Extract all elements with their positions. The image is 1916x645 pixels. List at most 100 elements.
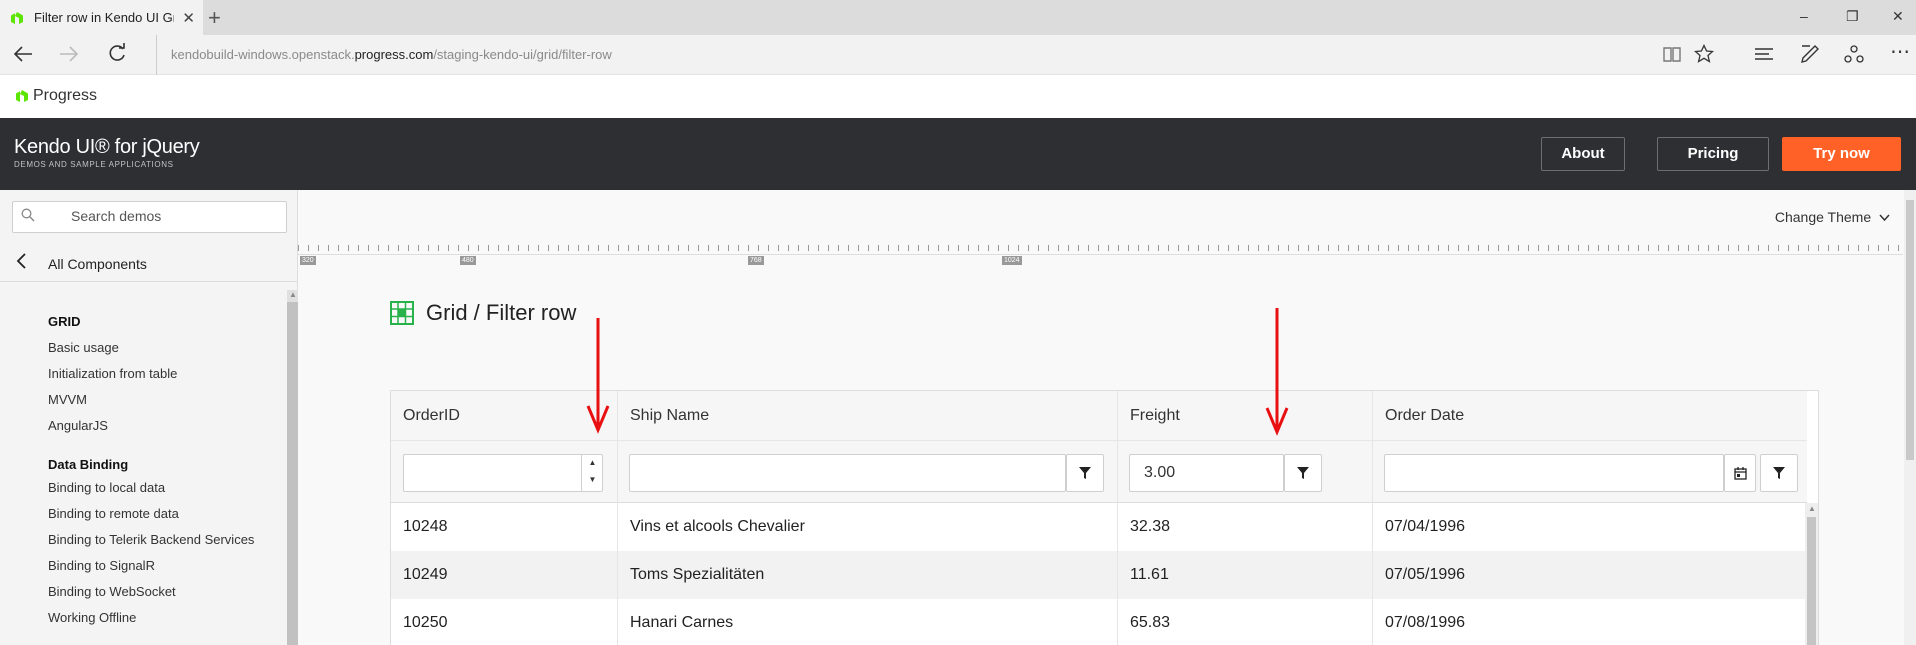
- column-header-freight[interactable]: Freight: [1117, 391, 1372, 441]
- grid-icon: [390, 301, 414, 325]
- browser-tab[interactable]: Filter row in Kendo UI Grid ✕: [0, 0, 203, 35]
- table-row[interactable]: 10249 Toms Spezialitäten 11.61 07/05/199…: [391, 551, 1807, 599]
- ruler-mark: 768: [748, 256, 764, 265]
- ship-name-filter-input[interactable]: [629, 454, 1066, 492]
- table-row[interactable]: 10250 Hanari Carnes 65.83 07/08/1996: [391, 599, 1807, 645]
- hub-icon[interactable]: [1754, 44, 1774, 69]
- tab-close-icon[interactable]: ✕: [182, 9, 195, 27]
- scroll-up-icon[interactable]: ▲: [289, 290, 297, 299]
- freight-filter-input[interactable]: 3.00: [1129, 454, 1284, 492]
- change-theme-label: Change Theme: [1774, 209, 1872, 225]
- share-icon[interactable]: [1844, 44, 1864, 69]
- scroll-up-icon[interactable]: ▲: [1808, 504, 1816, 513]
- grid-scroll-thumb[interactable]: [1807, 517, 1816, 645]
- grid-scrollbar[interactable]: ▲: [1805, 503, 1818, 645]
- sidebar-item-basic-usage[interactable]: Basic usage: [48, 340, 119, 355]
- filter-icon: [1079, 467, 1091, 479]
- cell-order-date: 07/04/1996: [1372, 503, 1807, 551]
- cell-freight: 11.61: [1117, 551, 1372, 599]
- column-header-orderid[interactable]: OrderID: [391, 391, 617, 441]
- kendo-logo-title[interactable]: Kendo UI® for jQuery: [14, 136, 200, 159]
- more-icon[interactable]: ⋯: [1890, 39, 1910, 64]
- sidebar-item-working-offline[interactable]: Working Offline: [48, 610, 136, 625]
- progress-favicon-icon: [11, 11, 23, 24]
- orderid-filter-input[interactable]: [403, 454, 603, 492]
- change-theme-dropdown[interactable]: Change Theme: [1775, 209, 1890, 225]
- sidebar-item-binding-signalr[interactable]: Binding to SignalR: [48, 558, 155, 573]
- pricing-button[interactable]: Pricing: [1657, 137, 1769, 171]
- annotation-arrow-freight: [1265, 308, 1289, 436]
- calendar-button[interactable]: [1724, 454, 1756, 492]
- kendo-logo-subtitle: DEMOS AND SAMPLE APPLICATIONS: [14, 160, 174, 169]
- cell-order-date: 07/05/1996: [1372, 551, 1807, 599]
- orderid-spinner[interactable]: ▲ ▼: [581, 454, 603, 492]
- cell-ship-name: Vins et alcools Chevalier: [617, 503, 1117, 551]
- sidebar-item-binding-remote-data[interactable]: Binding to remote data: [48, 506, 179, 521]
- filter-cell-divider: [1117, 441, 1118, 503]
- filter-icon: [1297, 467, 1309, 479]
- kendo-header: Kendo UI® for jQuery DEMOS AND SAMPLE AP…: [0, 118, 1916, 190]
- about-button[interactable]: About: [1541, 137, 1625, 171]
- back-icon[interactable]: [12, 43, 34, 71]
- calendar-icon: [1733, 466, 1747, 480]
- sidebar: All Components GRID Basic usage Initiali…: [0, 190, 298, 645]
- page-scrollbar[interactable]: [1904, 190, 1916, 645]
- all-components-link[interactable]: All Components: [0, 244, 298, 282]
- sidebar-item-binding-websocket[interactable]: Binding to WebSocket: [48, 584, 176, 599]
- filter-cell-divider: [617, 441, 618, 503]
- sidebar-scrollbar[interactable]: ▲: [287, 290, 298, 645]
- sidebar-section-grid: GRID: [48, 314, 81, 329]
- freight-filter-button[interactable]: [1284, 454, 1322, 492]
- web-note-icon[interactable]: [1800, 44, 1820, 69]
- sidebar-item-binding-backend-services[interactable]: Binding to Telerik Backend Services: [48, 532, 254, 547]
- url-field[interactable]: kendobuild-windows.openstack.progress.co…: [156, 35, 612, 75]
- minimize-icon[interactable]: –: [1800, 8, 1808, 24]
- order-date-filter-input[interactable]: [1384, 454, 1724, 492]
- filter-cell-divider: [1372, 441, 1373, 503]
- tab-title: Filter row in Kendo UI Grid: [34, 10, 174, 25]
- forward-icon[interactable]: [58, 43, 80, 71]
- search-box[interactable]: [12, 201, 287, 233]
- cell-orderid: 10250: [403, 614, 448, 631]
- sidebar-section-data-binding: Data Binding: [48, 457, 129, 472]
- column-header-order-date[interactable]: Order Date: [1372, 391, 1807, 441]
- restore-icon[interactable]: ❐: [1846, 8, 1859, 25]
- cell-orderid: 10249: [403, 566, 448, 583]
- sidebar-item-binding-local-data[interactable]: Binding to local data: [48, 480, 165, 495]
- cell-freight: 32.38: [1117, 503, 1372, 551]
- spin-up-icon[interactable]: ▲: [582, 454, 603, 471]
- refresh-icon[interactable]: [106, 43, 128, 71]
- all-components-label: All Components: [48, 256, 147, 272]
- try-now-button[interactable]: Try now: [1782, 137, 1901, 171]
- cell-ship-name: Hanari Carnes: [617, 599, 1117, 645]
- progress-logo[interactable]: Progress: [15, 87, 97, 105]
- sidebar-item-angularjs[interactable]: AngularJS: [48, 418, 108, 433]
- annotation-arrow-orderid: [586, 318, 610, 434]
- page-scroll-thumb[interactable]: [1906, 200, 1914, 460]
- progress-logo-icon: [16, 90, 28, 102]
- main-content: Change Theme 320 480 768 1024 Grid / Fil…: [298, 190, 1916, 645]
- ruler-mark: 320: [300, 256, 316, 265]
- sidebar-scroll-thumb[interactable]: [287, 302, 298, 645]
- cell-freight: 65.83: [1117, 599, 1372, 645]
- page-title-text: Grid / Filter row: [426, 300, 577, 325]
- filter-icon: [1773, 467, 1785, 479]
- spin-down-icon[interactable]: ▼: [582, 471, 603, 488]
- sidebar-item-initialization-from-table[interactable]: Initialization from table: [48, 366, 177, 381]
- new-tab-icon[interactable]: +: [208, 5, 221, 31]
- cell-ship-name: Toms Spezialitäten: [617, 551, 1117, 599]
- reading-view-icon[interactable]: [1662, 44, 1682, 69]
- ruler-mark: 1024: [1002, 256, 1022, 265]
- chevron-left-icon: [16, 253, 28, 274]
- progress-bar-header: Progress: [0, 75, 1916, 118]
- column-header-ship-name[interactable]: Ship Name: [617, 391, 1117, 441]
- ship-name-filter-button[interactable]: [1066, 454, 1104, 492]
- window-close-icon[interactable]: ✕: [1892, 8, 1904, 25]
- search-input[interactable]: [71, 208, 271, 224]
- sidebar-item-mvvm[interactable]: MVVM: [48, 392, 87, 407]
- favorite-star-icon[interactable]: [1693, 43, 1715, 69]
- order-date-filter-button[interactable]: [1760, 454, 1798, 492]
- responsive-ruler: [298, 245, 1903, 255]
- search-icon: [21, 208, 35, 226]
- table-row[interactable]: 10248 Vins et alcools Chevalier 32.38 07…: [391, 503, 1807, 551]
